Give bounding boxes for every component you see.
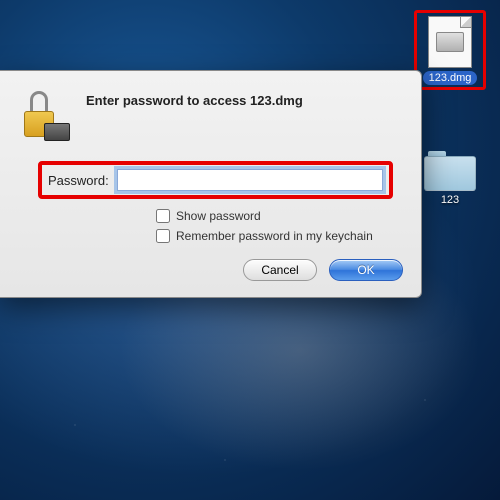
password-label: Password: xyxy=(48,173,109,188)
ok-button[interactable]: OK xyxy=(329,259,403,281)
folder-icon xyxy=(424,151,476,191)
remember-keychain-checkbox[interactable] xyxy=(156,229,170,243)
desktop-dmg-file[interactable]: 123.dmg xyxy=(415,10,485,90)
remember-keychain-row[interactable]: Remember password in my keychain xyxy=(156,229,403,243)
remember-keychain-label: Remember password in my keychain xyxy=(176,229,373,243)
lock-icon xyxy=(18,89,70,141)
disk-image-icon xyxy=(436,32,464,52)
password-input[interactable] xyxy=(117,169,383,191)
password-dialog: Enter password to access 123.dmg Passwor… xyxy=(0,70,422,298)
show-password-label: Show password xyxy=(176,209,261,223)
show-password-row[interactable]: Show password xyxy=(156,209,403,223)
dialog-title: Enter password to access 123.dmg xyxy=(86,89,303,108)
folder-label: 123 xyxy=(441,194,459,206)
password-highlight-annotation: Password: xyxy=(38,161,393,199)
show-password-checkbox[interactable] xyxy=(156,209,170,223)
dmg-file-label: 123.dmg xyxy=(423,71,478,85)
desktop-folder[interactable]: 123 xyxy=(415,145,485,206)
cancel-button[interactable]: Cancel xyxy=(243,259,317,281)
dmg-highlight-annotation: 123.dmg xyxy=(414,10,487,90)
dmg-document-icon xyxy=(428,16,472,68)
